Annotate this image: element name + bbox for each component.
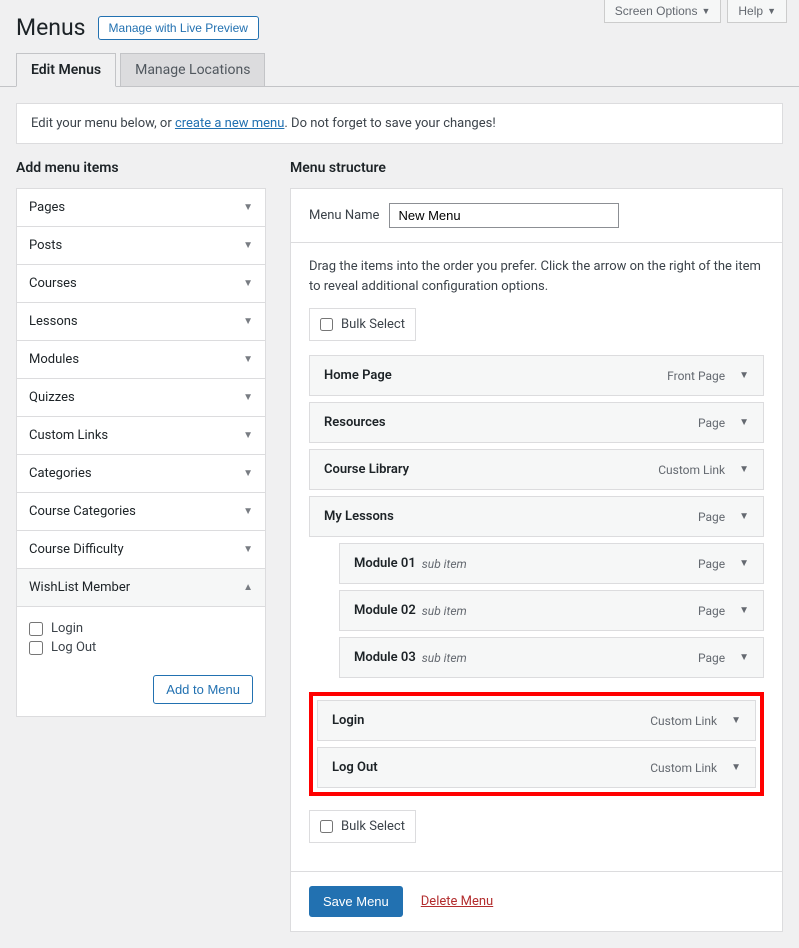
caret-down-icon: ▼ xyxy=(243,392,253,403)
caret-down-icon[interactable]: ▼ xyxy=(739,511,749,522)
bulk-select-top-checkbox[interactable] xyxy=(320,318,333,331)
save-menu-button[interactable]: Save Menu xyxy=(309,886,403,917)
wlm-logout-label: Log Out xyxy=(51,640,96,655)
menu-item-login[interactable]: Login Custom Link▼ xyxy=(317,700,756,741)
caret-down-icon[interactable]: ▼ xyxy=(739,605,749,616)
caret-down-icon[interactable]: ▼ xyxy=(731,762,741,773)
acc-posts[interactable]: Posts▼ xyxy=(17,227,265,264)
caret-down-icon[interactable]: ▼ xyxy=(731,715,741,726)
caret-down-icon[interactable]: ▼ xyxy=(739,558,749,569)
menu-item-logout[interactable]: Log Out Custom Link▼ xyxy=(317,747,756,788)
caret-down-icon: ▼ xyxy=(701,6,710,16)
page-title: Menus xyxy=(16,14,86,41)
caret-down-icon: ▼ xyxy=(767,6,776,16)
caret-down-icon: ▼ xyxy=(243,544,253,555)
tab-manage-locations[interactable]: Manage Locations xyxy=(120,53,265,86)
menu-item-course-library[interactable]: Course Library Custom Link▼ xyxy=(309,449,764,490)
caret-down-icon[interactable]: ▼ xyxy=(739,652,749,663)
menu-item-resources[interactable]: Resources Page▼ xyxy=(309,402,764,443)
menu-item-home-page[interactable]: Home Page Front Page▼ xyxy=(309,355,764,396)
bulk-select-bottom-label: Bulk Select xyxy=(341,819,405,834)
acc-course-categories[interactable]: Course Categories▼ xyxy=(17,493,265,530)
add-items-heading: Add menu items xyxy=(16,160,266,176)
caret-down-icon: ▼ xyxy=(243,468,253,479)
menu-items-list: Home Page Front Page▼ Resources Page▼ Co… xyxy=(309,355,764,678)
live-preview-button[interactable]: Manage with Live Preview xyxy=(98,16,259,40)
caret-down-icon: ▼ xyxy=(243,316,253,327)
acc-courses[interactable]: Courses▼ xyxy=(17,265,265,302)
menu-item-module-01[interactable]: Module 01sub item Page▼ xyxy=(339,543,764,584)
menu-item-my-lessons[interactable]: My Lessons Page▼ xyxy=(309,496,764,537)
acc-quizzes[interactable]: Quizzes▼ xyxy=(17,379,265,416)
caret-down-icon: ▼ xyxy=(243,202,253,213)
screen-options-button[interactable]: Screen Options▼ xyxy=(604,0,722,23)
wlm-login-label: Login xyxy=(51,621,83,636)
bulk-select-top-label: Bulk Select xyxy=(341,317,405,332)
wlm-logout-checkbox[interactable] xyxy=(29,641,43,655)
caret-down-icon: ▼ xyxy=(243,430,253,441)
tab-edit-menus[interactable]: Edit Menus xyxy=(16,53,116,87)
caret-down-icon: ▼ xyxy=(243,278,253,289)
acc-pages[interactable]: Pages▼ xyxy=(17,189,265,226)
caret-down-icon: ▼ xyxy=(243,240,253,251)
caret-down-icon: ▼ xyxy=(243,506,253,517)
acc-course-difficulty[interactable]: Course Difficulty▼ xyxy=(17,531,265,568)
acc-lessons[interactable]: Lessons▼ xyxy=(17,303,265,340)
caret-down-icon[interactable]: ▼ xyxy=(739,370,749,381)
create-menu-link[interactable]: create a new menu xyxy=(175,116,284,131)
menu-item-module-03[interactable]: Module 03sub item Page▼ xyxy=(339,637,764,678)
structure-heading: Menu structure xyxy=(290,160,783,176)
caret-down-icon[interactable]: ▼ xyxy=(739,464,749,475)
add-to-menu-button[interactable]: Add to Menu xyxy=(153,675,253,704)
wlm-login-checkbox[interactable] xyxy=(29,622,43,636)
help-text: Drag the items into the order you prefer… xyxy=(309,257,764,296)
caret-down-icon[interactable]: ▼ xyxy=(739,417,749,428)
notice-bar: Edit your menu below, or create a new me… xyxy=(16,103,783,144)
caret-up-icon: ▲ xyxy=(243,582,253,593)
acc-custom-links[interactable]: Custom Links▼ xyxy=(17,417,265,454)
menu-name-input[interactable] xyxy=(389,203,619,228)
add-items-accordion: Pages▼ Posts▼ Courses▼ Lessons▼ Modules▼… xyxy=(16,188,266,717)
acc-categories[interactable]: Categories▼ xyxy=(17,455,265,492)
caret-down-icon: ▼ xyxy=(243,354,253,365)
highlighted-items: Login Custom Link▼ Log Out Custom Link▼ xyxy=(309,692,764,796)
delete-menu-link[interactable]: Delete Menu xyxy=(421,894,493,909)
menu-item-module-02[interactable]: Module 02sub item Page▼ xyxy=(339,590,764,631)
acc-modules[interactable]: Modules▼ xyxy=(17,341,265,378)
help-button[interactable]: Help▼ xyxy=(727,0,787,23)
menu-name-label: Menu Name xyxy=(309,208,379,223)
acc-wishlist-member[interactable]: WishList Member▲ xyxy=(17,569,265,607)
bulk-select-bottom-checkbox[interactable] xyxy=(320,820,333,833)
